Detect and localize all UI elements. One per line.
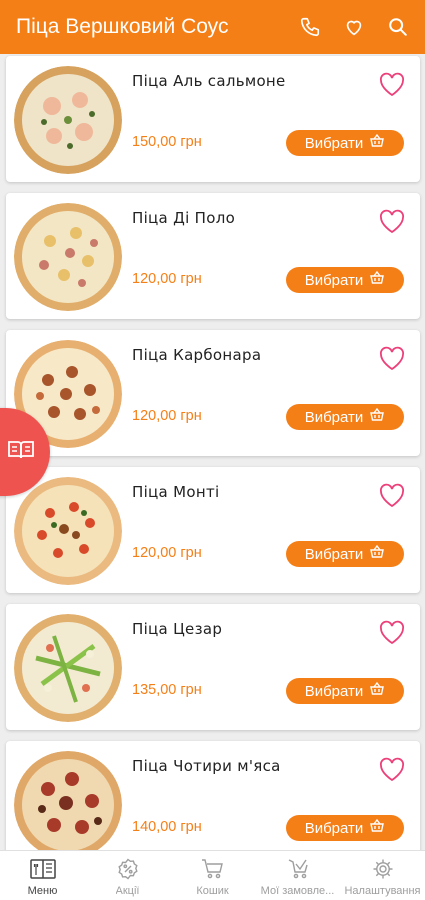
favorite-heart-icon[interactable] [378, 209, 406, 235]
pizza-image [14, 477, 122, 585]
pizza-image [14, 614, 122, 722]
page-title: Піца Вершковий Соус [16, 15, 229, 38]
nav-orders[interactable]: Мої замовле... [255, 851, 340, 900]
product-list[interactable]: Піца Аль сальмоне 150,00 грн Вибрати Піц… [0, 54, 425, 850]
open-book-icon [7, 439, 35, 465]
app-header: Піца Вершковий Соус [0, 0, 425, 54]
menu-book-icon [29, 857, 57, 881]
favorite-heart-icon[interactable] [378, 483, 406, 509]
basket-icon [369, 133, 385, 153]
nav-promotions[interactable]: Акції [85, 851, 170, 900]
heart-icon[interactable] [337, 10, 371, 44]
cart-icon [201, 857, 225, 881]
nav-label: Акції [115, 885, 140, 897]
phone-icon[interactable] [293, 10, 327, 44]
choose-button-label: Вибрати [304, 819, 364, 837]
favorite-heart-icon[interactable] [378, 620, 406, 646]
product-price: 140,00 грн [132, 819, 202, 835]
choose-button-label: Вибрати [304, 682, 364, 700]
product-price: 120,00 грн [132, 271, 202, 287]
favorite-heart-icon[interactable] [378, 346, 406, 372]
choose-button[interactable]: Вибрати [286, 678, 404, 704]
product-price: 120,00 грн [132, 408, 202, 424]
favorite-heart-icon[interactable] [378, 757, 406, 783]
basket-icon [369, 544, 385, 564]
basket-icon [369, 407, 385, 427]
choose-button[interactable]: Вибрати [286, 815, 404, 841]
choose-button[interactable]: Вибрати [286, 404, 404, 430]
product-card[interactable]: Піца Аль сальмоне 150,00 грн Вибрати [6, 56, 420, 182]
nav-label: Меню [27, 885, 58, 897]
choose-button[interactable]: Вибрати [286, 130, 404, 156]
product-card[interactable]: Піца Цезар 135,00 грн Вибрати [6, 604, 420, 730]
choose-button[interactable]: Вибрати [286, 541, 404, 567]
choose-button[interactable]: Вибрати [286, 267, 404, 293]
choose-button-label: Вибрати [304, 134, 364, 152]
pizza-image [14, 203, 122, 311]
basket-icon [369, 270, 385, 290]
product-price: 150,00 грн [132, 134, 202, 150]
product-price: 120,00 грн [132, 545, 202, 561]
product-card[interactable]: Піца Ді Поло 120,00 грн Вибрати [6, 193, 420, 319]
choose-button-label: Вибрати [304, 545, 364, 563]
nav-cart[interactable]: Кошик [170, 851, 255, 900]
choose-button-label: Вибрати [304, 408, 364, 426]
product-name: Піца Монті [132, 483, 220, 501]
nav-settings[interactable]: Налаштування [340, 851, 425, 900]
nav-label: Мої замовле... [260, 885, 335, 897]
product-name: Піца Карбонара [132, 346, 262, 364]
product-name: Піца Ді Поло [132, 209, 236, 227]
favorite-heart-icon[interactable] [378, 72, 406, 98]
nav-label: Кошик [196, 885, 229, 897]
choose-button-label: Вибрати [304, 271, 364, 289]
nav-label: Налаштування [344, 885, 421, 897]
pizza-image [14, 751, 122, 850]
product-name: Піца Цезар [132, 620, 223, 638]
gear-icon [372, 857, 394, 881]
product-name: Піца Чотири м'яса [132, 757, 281, 775]
basket-icon [369, 818, 385, 838]
search-icon[interactable] [381, 10, 415, 44]
nav-menu[interactable]: Меню [0, 851, 85, 900]
product-price: 135,00 грн [132, 682, 202, 698]
product-card[interactable]: Піца Монті 120,00 грн Вибрати [6, 467, 420, 593]
percent-icon [117, 857, 139, 881]
orders-icon [286, 857, 310, 881]
bottom-navigation: Меню Акції Кошик Мої замовле... Налаштув… [0, 850, 425, 900]
product-name: Піца Аль сальмоне [132, 72, 286, 90]
pizza-image [14, 66, 122, 174]
product-card[interactable]: Піца Карбонара 120,00 грн Вибрати [6, 330, 420, 456]
product-card[interactable]: Піца Чотири м'яса 140,00 грн Вибрати [6, 741, 420, 850]
basket-icon [369, 681, 385, 701]
